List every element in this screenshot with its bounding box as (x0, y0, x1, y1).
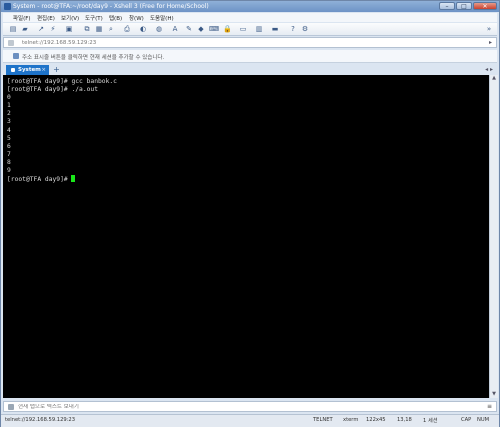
tab-system[interactable]: System × (6, 65, 49, 75)
menu-file[interactable]: 파일(F) (13, 14, 31, 22)
terminal-screen[interactable]: [root@TFA day9]# gcc banbok.c [root@TFA … (3, 75, 489, 398)
disconnect-icon[interactable]: ⚡ (49, 25, 57, 33)
xftp-icon[interactable]: ◆ (197, 25, 205, 33)
status-connection: telnet://192.168.59.129:23 (5, 417, 76, 423)
scroll-up-icon[interactable]: ▲ (490, 75, 498, 82)
new-tab-button[interactable]: + (52, 65, 61, 75)
menu-tools[interactable]: 도구(T) (85, 14, 103, 22)
address-go-icon[interactable]: ▸ (489, 39, 492, 46)
menu-bar: 파일(F) 편집(E) 보기(V) 도구(T) 탭(B) 창(W) 도움말(H) (3, 13, 497, 22)
xshell-window: System - root@TFA:~/root/day9 - Xshell 3… (0, 0, 500, 427)
status-protocol: TELNET (313, 417, 333, 423)
session-status-icon (11, 68, 15, 72)
close-button[interactable]: ✕ (473, 2, 497, 10)
status-num: NUM (477, 417, 490, 423)
xshell-app-icon (4, 3, 11, 10)
script-icon[interactable]: ✎ (185, 25, 193, 33)
minimize-button[interactable]: – (439, 2, 455, 10)
terminal-line: [root@TFA day9]# gcc banbok.c (7, 78, 117, 85)
vertical-scrollbar[interactable]: ▲ ▼ (489, 75, 498, 398)
info-bar: 주소 표시줄 버튼을 클릭하면 현재 세션을 추가할 수 있습니다. (3, 50, 497, 63)
terminal-line: 2 (7, 110, 11, 118)
address-bar[interactable]: ▸ (3, 37, 497, 48)
title-bar[interactable]: System - root@TFA:~/root/day9 - Xshell 3… (1, 1, 499, 12)
open-folder-icon[interactable]: ▰ (21, 25, 29, 33)
send-text-bar: ≡ (3, 401, 497, 412)
terminal-cursor (71, 175, 76, 183)
menu-tab[interactable]: 탭(B) (109, 14, 122, 22)
toolbar: ▤ ▰ ↗ ⚡ ▣ ⧉ ▦ ⌕ ⎙ ◐ ◍ A ✎ ◆ ⌨ 🔒 ▭ ▥ ▬ ? … (3, 23, 497, 36)
maximize-button[interactable]: □ (456, 2, 472, 10)
terminal-output: [root@TFA day9]# gcc banbok.c [root@TFA … (7, 78, 117, 184)
info-icon (13, 53, 19, 59)
toolbar-overflow-icon[interactable]: » (485, 25, 493, 33)
status-cursor-pos: 13,18 (397, 417, 412, 423)
status-size: 122x45 (366, 417, 386, 423)
terminal-line: 8 (7, 158, 11, 166)
send-text-input[interactable] (18, 404, 438, 410)
address-input[interactable] (22, 40, 422, 46)
font-icon[interactable]: A (171, 25, 179, 33)
status-term: xterm (343, 417, 359, 423)
terminal-line: 5 (7, 134, 11, 142)
window-title: System - root@TFA:~/root/day9 - Xshell 3… (13, 3, 209, 10)
help-icon[interactable]: ? (289, 25, 297, 33)
status-cap: CAP (461, 417, 472, 423)
scroll-down-icon[interactable]: ▼ (490, 391, 498, 398)
tab-bar: System × + ◂ ▸ (3, 64, 497, 75)
terminal-prompt: [root@TFA day9]# (7, 176, 72, 184)
keyboard-icon[interactable]: ⌨ (209, 25, 219, 33)
tab-scroll-icon[interactable]: ◂ ▸ (485, 66, 493, 73)
compose-bar-icon (8, 404, 14, 410)
session-properties-icon[interactable]: ▣ (65, 25, 73, 33)
terminal-line: 9 (7, 167, 11, 175)
lock-icon[interactable]: 🔒 (223, 25, 232, 33)
tab-label: System (18, 67, 41, 73)
terminal-line: [root@TFA day9]# ./a.out (7, 86, 98, 94)
menu-view[interactable]: 보기(V) (61, 14, 79, 22)
paste-icon[interactable]: ▦ (95, 25, 103, 33)
status-sessions: 1 세션 (423, 418, 438, 424)
terminal-line: 3 (7, 118, 11, 126)
menu-edit[interactable]: 편집(E) (37, 14, 55, 22)
settings-icon[interactable]: ⚙ (301, 25, 309, 33)
terminal-line: 1 (7, 102, 11, 110)
globe-icon[interactable]: ◍ (155, 25, 163, 33)
info-text: 주소 표시줄 버튼을 클릭하면 현재 세션을 추가할 수 있습니다. (22, 55, 165, 61)
new-session-icon[interactable]: ▤ (9, 25, 17, 33)
menu-window[interactable]: 창(W) (129, 14, 144, 22)
transfer-icon[interactable]: ▬ (271, 25, 279, 33)
find-icon[interactable]: ⌕ (107, 25, 115, 33)
close-tab-icon[interactable]: × (41, 65, 46, 75)
layout-icon[interactable]: ▥ (255, 25, 263, 33)
terminal-line: 6 (7, 142, 11, 150)
menu-help[interactable]: 도움말(H) (150, 14, 174, 22)
print-icon[interactable]: ⎙ (123, 25, 131, 33)
terminal-line: 4 (7, 126, 11, 134)
address-icon (8, 40, 14, 46)
copy-icon[interactable]: ⧉ (83, 25, 91, 33)
send-options-icon[interactable]: ≡ (487, 403, 492, 410)
color-scheme-icon[interactable]: ◐ (139, 25, 147, 33)
status-bar: telnet://192.168.59.129:23 TELNET xterm … (1, 414, 499, 427)
terminal-line: 7 (7, 150, 11, 158)
compose-icon[interactable]: ▭ (239, 25, 247, 33)
connect-icon[interactable]: ↗ (37, 25, 45, 33)
terminal-line: 0 (7, 94, 11, 102)
